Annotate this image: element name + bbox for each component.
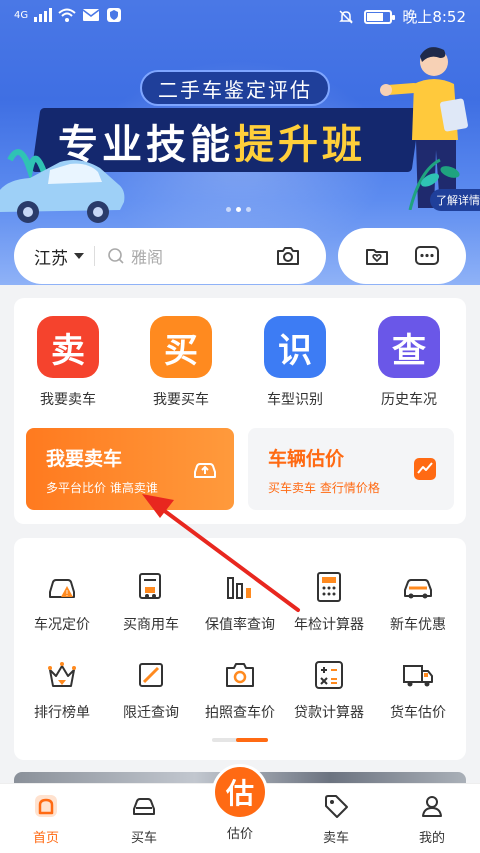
tab-sell[interactable]: 卖车 [306,792,366,846]
signal-icon [34,8,53,22]
tool-item[interactable]: 拍照查车价 [192,658,288,722]
tool-label: 买商用车 [123,617,179,633]
identify-tile-icon: 识 [264,316,326,378]
caret-down-icon [74,253,84,259]
svg-text:!: ! [65,589,68,598]
tool-label: 限迁查询 [123,705,179,721]
search-bar[interactable]: 江苏 雅阁 [14,228,326,284]
tool-label: 年检计算器 [294,617,364,633]
tool-item[interactable]: 年检计算器 [281,570,377,634]
tool-item[interactable]: ! 车况定价 [14,570,110,634]
estimate-button[interactable]: 估 [212,764,268,820]
tool-item[interactable]: 限迁查询 [103,658,199,722]
mail-icon [82,9,100,21]
quick-action-identify[interactable]: 识 车型识别 [250,316,340,409]
commercial-truck-icon [139,573,161,599]
new-car-icon [404,579,432,599]
search-input[interactable]: 雅阁 [131,244,274,268]
valuation-promo[interactable]: 车辆估价 买车卖车 查行情价格 [248,428,454,510]
status-bar: 4G 晚上8:52 [0,0,480,34]
carousel-indicator [226,207,251,212]
quick-actions-card: 卖 我要卖车 买 我要买车 识 车型识别 查 历史车况 我要卖车 多平台比价 谁… [14,298,466,524]
tool-label: 拍照查车价 [205,705,275,721]
car-warning-icon: ! [49,579,75,598]
clock: 晚上8:52 [402,8,466,26]
banner-detail-link[interactable]: 了解详情 [430,189,480,211]
search-icon [108,248,124,264]
restriction-icon [139,663,163,687]
shield-icon [107,8,122,22]
wifi-icon [58,8,76,22]
tools-page-indicator [212,738,268,742]
divider [94,246,95,266]
tool-label: 新车优惠 [390,617,446,633]
bottom-tab-bar: 首页 买车 估 估价 卖车 我的 [0,764,480,853]
sell-car-promo[interactable]: 我要卖车 多平台比价 谁高卖谁 [26,428,234,510]
bar-chart-icon [227,577,251,599]
tab-estimate[interactable]: 估 估价 [210,764,270,842]
price-tag-icon [325,795,348,818]
history-tile-icon: 查 [378,316,440,378]
tools-card: ! 车况定价 买商用车 保值率查询 年检计算器 新车优惠 排行榜单 限迁查询 拍… [14,538,466,760]
tool-label: 保值率查询 [205,617,275,633]
tab-mine[interactable]: 我的 [402,792,462,846]
tool-item[interactable]: 买商用车 [103,570,199,634]
calculator-icon [317,572,341,602]
banner-subtitle: 二手车鉴定评估 [140,70,330,106]
region-selector[interactable]: 江苏 [34,244,84,269]
tool-item[interactable]: 保值率查询 [192,570,288,634]
camera-icon [226,663,254,687]
tool-item[interactable]: 新车优惠 [370,570,466,634]
quick-action-label: 我要卖车 [40,392,96,408]
tab-label: 买车 [130,831,157,846]
user-icon [422,796,442,817]
home-icon [35,795,57,817]
tab-label: 估价 [226,827,253,842]
quick-action-sell[interactable]: 卖 我要卖车 [23,316,113,409]
network-label: 4G [14,9,29,21]
header-actions [338,228,466,284]
tab-buy[interactable]: 买车 [114,792,174,846]
tab-label: 首页 [32,831,59,846]
car-upload-icon [194,463,216,478]
trend-chart-icon [414,458,436,480]
banner-title-part2: 提升班 [234,122,366,168]
battery-icon [364,9,396,24]
car-illustration [0,149,125,223]
tool-label: 贷款计算器 [294,705,364,721]
tool-item[interactable]: 贷款计算器 [281,658,377,722]
quick-action-label: 我要买车 [153,392,209,408]
region-label: 江苏 [34,248,68,269]
truck-icon [403,665,433,687]
camera-scan-icon[interactable] [274,242,302,270]
favorites-icon[interactable] [363,242,391,270]
mute-bell-icon [339,9,354,24]
quick-action-history[interactable]: 查 历史车况 [364,316,454,409]
loan-calculator-icon [315,661,343,689]
sell-tile-icon: 卖 [37,316,99,378]
tab-label: 卖车 [322,831,349,846]
tool-label: 车况定价 [34,617,90,633]
tool-label: 货车估价 [390,705,446,721]
buy-tile-icon: 买 [150,316,212,378]
quick-action-label: 历史车况 [381,392,437,408]
tab-label: 我的 [418,831,445,846]
quick-action-label: 车型识别 [267,392,323,408]
tool-label: 排行榜单 [34,705,90,721]
car-icon [133,798,155,815]
tool-item[interactable]: 货车估价 [370,658,466,722]
crown-icon [48,662,76,687]
quick-action-buy[interactable]: 买 我要买车 [136,316,226,409]
tool-item[interactable]: 排行榜单 [14,658,110,722]
message-icon[interactable] [413,242,441,270]
tab-home[interactable]: 首页 [16,792,76,846]
